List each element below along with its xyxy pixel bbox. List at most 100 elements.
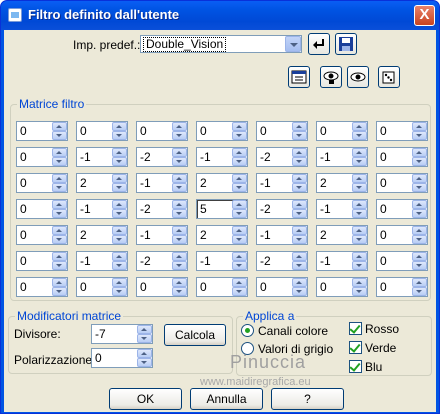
divisor-down-icon[interactable]	[137, 334, 152, 343]
spin-up-icon[interactable]	[292, 122, 307, 131]
spin-down-icon[interactable]	[412, 209, 427, 218]
spin-down-icon[interactable]	[232, 131, 247, 140]
matrix-cell[interactable]: -1	[316, 199, 368, 219]
divisor-up-icon[interactable]	[137, 325, 152, 334]
matrix-cell[interactable]: -1	[76, 251, 128, 271]
matrix-cell[interactable]: -2	[256, 251, 308, 271]
color-channels-radio[interactable]	[241, 324, 254, 337]
spin-up-icon[interactable]	[112, 278, 127, 287]
spin-up-icon[interactable]	[172, 148, 187, 157]
matrix-cell[interactable]: 0	[136, 277, 188, 297]
matrix-cell[interactable]: 5	[196, 199, 248, 219]
matrix-cell[interactable]: 2	[196, 173, 248, 193]
spin-up-icon[interactable]	[232, 148, 247, 157]
matrix-cell[interactable]: 0	[16, 147, 68, 167]
matrix-cell[interactable]: 0	[16, 251, 68, 271]
matrix-cell[interactable]: 0	[16, 277, 68, 297]
matrix-cell[interactable]: 0	[16, 225, 68, 245]
spin-up-icon[interactable]	[52, 148, 67, 157]
spin-down-icon[interactable]	[412, 261, 427, 270]
matrix-cell[interactable]: 0	[16, 199, 68, 219]
spin-up-icon[interactable]	[232, 226, 247, 235]
spin-down-icon[interactable]	[112, 235, 127, 244]
matrix-cell[interactable]: -2	[136, 199, 188, 219]
spin-down-icon[interactable]	[172, 131, 187, 140]
spin-up-icon[interactable]	[412, 252, 427, 261]
matrix-cell[interactable]: -1	[256, 173, 308, 193]
spin-down-icon[interactable]	[52, 157, 67, 166]
spin-down-icon[interactable]	[292, 287, 307, 296]
matrix-cell[interactable]: 0	[376, 147, 428, 167]
spin-down-icon[interactable]	[232, 235, 247, 244]
matrix-cell[interactable]: 0	[136, 121, 188, 141]
matrix-cell[interactable]: 0	[376, 121, 428, 141]
spin-up-icon[interactable]	[112, 174, 127, 183]
help-button[interactable]: ?	[271, 388, 344, 410]
spin-down-icon[interactable]	[232, 209, 247, 218]
spin-down-icon[interactable]	[172, 183, 187, 192]
matrix-cell[interactable]: 0	[16, 121, 68, 141]
preset-dropdown[interactable]: Double_Vision	[140, 35, 302, 53]
ok-button[interactable]: OK	[109, 388, 182, 410]
restore-preset-button[interactable]	[308, 33, 330, 55]
matrix-cell[interactable]: 0	[16, 173, 68, 193]
matrix-cell[interactable]: 0	[196, 121, 248, 141]
matrix-cell[interactable]: 0	[376, 251, 428, 271]
matrix-cell[interactable]: -1	[136, 173, 188, 193]
spin-down-icon[interactable]	[112, 287, 127, 296]
spin-up-icon[interactable]	[172, 200, 187, 209]
spin-up-icon[interactable]	[232, 278, 247, 287]
matrix-cell[interactable]: -1	[136, 225, 188, 245]
spin-down-icon[interactable]	[112, 209, 127, 218]
green-checkbox[interactable]	[349, 341, 362, 354]
spin-down-icon[interactable]	[172, 157, 187, 166]
spin-up-icon[interactable]	[232, 122, 247, 131]
spin-up-icon[interactable]	[352, 200, 367, 209]
spin-down-icon[interactable]	[412, 235, 427, 244]
close-button[interactable]: X	[414, 5, 435, 26]
auto-proof-button[interactable]	[347, 66, 369, 88]
save-preset-button[interactable]	[335, 33, 357, 55]
matrix-cell[interactable]: -1	[76, 147, 128, 167]
spin-up-icon[interactable]	[352, 148, 367, 157]
spin-up-icon[interactable]	[172, 122, 187, 131]
calculate-button[interactable]: Calcola	[164, 324, 226, 346]
spin-up-icon[interactable]	[52, 226, 67, 235]
spin-down-icon[interactable]	[232, 287, 247, 296]
spin-up-icon[interactable]	[352, 278, 367, 287]
spin-up-icon[interactable]	[352, 226, 367, 235]
spin-down-icon[interactable]	[112, 261, 127, 270]
spin-up-icon[interactable]	[352, 252, 367, 261]
spin-up-icon[interactable]	[232, 252, 247, 261]
spin-down-icon[interactable]	[232, 157, 247, 166]
spin-down-icon[interactable]	[352, 183, 367, 192]
matrix-cell[interactable]: 0	[376, 199, 428, 219]
matrix-cell[interactable]: 2	[316, 173, 368, 193]
spin-up-icon[interactable]	[412, 278, 427, 287]
spin-down-icon[interactable]	[292, 131, 307, 140]
spin-up-icon[interactable]	[232, 174, 247, 183]
matrix-cell[interactable]: -2	[256, 199, 308, 219]
spin-down-icon[interactable]	[292, 157, 307, 166]
matrix-cell[interactable]: 2	[76, 173, 128, 193]
spin-down-icon[interactable]	[352, 157, 367, 166]
matrix-cell[interactable]: 0	[316, 121, 368, 141]
spin-up-icon[interactable]	[52, 174, 67, 183]
spin-down-icon[interactable]	[52, 261, 67, 270]
matrix-cell[interactable]: -2	[256, 147, 308, 167]
spin-down-icon[interactable]	[352, 261, 367, 270]
spin-up-icon[interactable]	[292, 200, 307, 209]
spin-up-icon[interactable]	[232, 200, 247, 209]
spin-up-icon[interactable]	[412, 148, 427, 157]
matrix-cell[interactable]: -1	[196, 147, 248, 167]
spin-down-icon[interactable]	[352, 287, 367, 296]
randomize-button[interactable]	[378, 66, 400, 88]
matrix-cell[interactable]: 0	[316, 277, 368, 297]
show-preview-button[interactable]	[288, 66, 310, 88]
spin-down-icon[interactable]	[112, 131, 127, 140]
spin-down-icon[interactable]	[412, 287, 427, 296]
spin-down-icon[interactable]	[172, 261, 187, 270]
spin-down-icon[interactable]	[172, 209, 187, 218]
spin-up-icon[interactable]	[112, 148, 127, 157]
matrix-cell[interactable]: -1	[316, 251, 368, 271]
